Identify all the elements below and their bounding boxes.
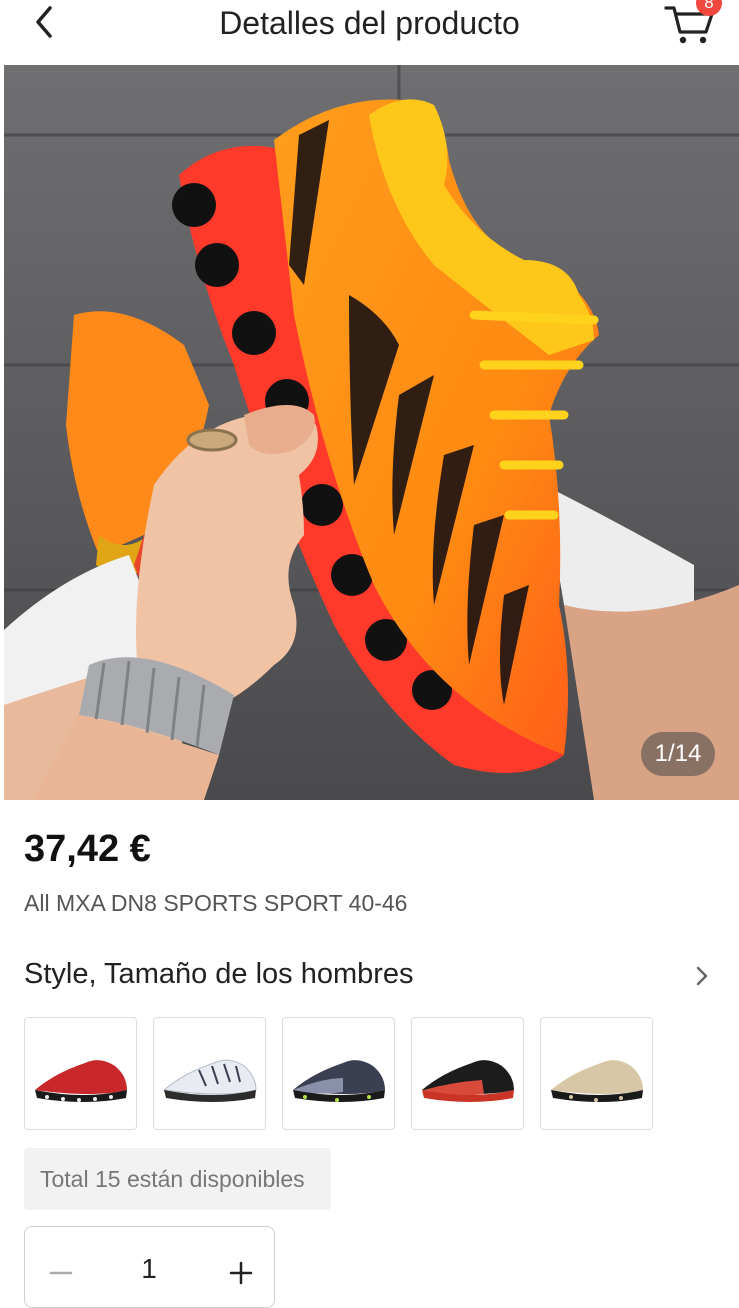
product-image: [4, 65, 739, 800]
shoe-thumbnail-icon: [35, 1060, 127, 1102]
increase-quantity-button[interactable]: [219, 1251, 263, 1295]
quantity-value[interactable]: 1: [99, 1253, 199, 1285]
variant-selector-row[interactable]: Style, Tamaño de los hombres: [0, 950, 739, 1006]
plus-icon: [229, 1261, 253, 1285]
product-name: All MXA DN8 SPORTS SPORT 40-46: [24, 890, 408, 916]
shoe-thumbnail-icon: [293, 1060, 385, 1102]
decrease-quantity-button[interactable]: [39, 1251, 83, 1295]
app-header: Detalles del producto 8: [0, 0, 739, 62]
minus-icon: [49, 1271, 73, 1275]
variant-thumb-3[interactable]: [282, 1017, 395, 1130]
variant-thumb-2[interactable]: [153, 1017, 266, 1130]
chevron-right-icon: [696, 966, 708, 986]
image-counter: 1/14: [641, 732, 715, 776]
quantity-stepper: 1: [24, 1226, 275, 1308]
shoe-thumbnail-icon: [551, 1060, 643, 1102]
product-image-gallery[interactable]: [4, 65, 739, 800]
variant-thumb-4[interactable]: [411, 1017, 524, 1130]
variant-thumb-5[interactable]: [540, 1017, 653, 1130]
shoe-thumbnail-icon: [422, 1060, 514, 1102]
variant-title: Style, Tamaño de los hombres: [24, 958, 414, 990]
variant-thumb-1[interactable]: [24, 1017, 137, 1130]
shoe-thumbnail-icon: [162, 1059, 257, 1102]
product-price: 37,42 €: [24, 828, 151, 870]
page-title: Detalles del producto: [219, 5, 520, 41]
availability-notice: Total 15 están disponibles: [24, 1148, 331, 1210]
